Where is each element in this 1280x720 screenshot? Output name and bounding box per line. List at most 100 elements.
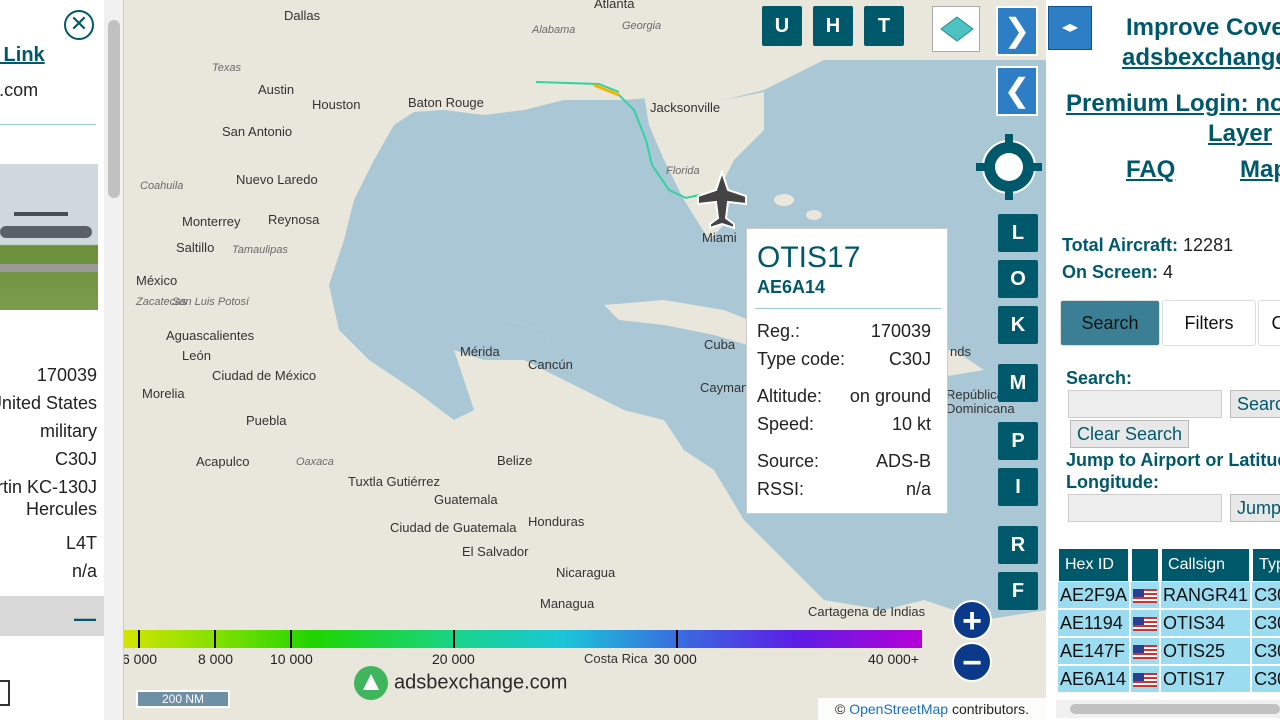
improve-coverage-text[interactable]: Improve Coverage (1126, 14, 1280, 42)
checkbox[interactable] (0, 680, 10, 706)
l-button[interactable]: L (998, 214, 1038, 252)
domain-text: adsbexchange.com (0, 80, 39, 100)
u-button[interactable]: U (762, 6, 802, 46)
jump-button[interactable]: Jump (1230, 494, 1280, 522)
city-label: Nuevo Laredo (236, 172, 318, 187)
h-button[interactable]: H (813, 6, 853, 46)
close-icon[interactable]: ✕ (64, 10, 94, 40)
colorbar-tick (453, 630, 455, 648)
country-value: United States (0, 393, 97, 413)
city-label: Honduras (528, 514, 585, 529)
city-label: Tuxtla Gutiérrez (348, 474, 440, 489)
colorbar-label: 6 000 (124, 651, 158, 667)
col-type[interactable]: Type (1252, 548, 1280, 582)
p-button[interactable]: P (998, 422, 1038, 460)
colorbar-label: 40 000+ (868, 651, 919, 667)
table-row[interactable]: AE1194OTIS34C30J (1058, 610, 1280, 638)
adsbx-link[interactable]: adsbexchange.com (1122, 44, 1280, 72)
city-label: Dallas (284, 8, 321, 23)
expand-right-button[interactable]: ❯ (996, 6, 1038, 56)
vertical-scrollbar[interactable] (104, 0, 123, 720)
chevron-left-icon: ❮ (1003, 72, 1031, 108)
layers-icon (940, 16, 974, 42)
aircraft-info-panel: ✕ Copy Link adsbexchange.com 170039 Unit… (0, 0, 124, 720)
colorbar-tick (138, 630, 140, 648)
collapse-section[interactable]: — (0, 596, 104, 636)
col-flag[interactable] (1131, 548, 1160, 582)
table-row[interactable]: AE2F9ARANGR41C30J (1058, 582, 1280, 610)
m-button[interactable]: M (998, 364, 1038, 402)
brand-logo: adsbexchange.com (354, 666, 567, 700)
layers-button[interactable] (932, 6, 980, 52)
osm-link[interactable]: OpenStreetMap (849, 701, 948, 717)
col-callsign[interactable]: Callsign (1161, 548, 1251, 582)
jump-label-line2: Longitude: (1066, 472, 1159, 492)
map-attribution: © OpenStreetMap contributors. (818, 698, 1046, 720)
city-label: Ciudad de México (212, 368, 317, 383)
city-label: Aguascalientes (166, 328, 255, 343)
colorbar-label: 10 000 (270, 651, 313, 667)
region-label: San Luis Potosí (172, 296, 250, 308)
on-screen-count: On Screen: 4 (1062, 262, 1174, 282)
i-button[interactable]: I (998, 468, 1038, 506)
table-row[interactable]: AE6A14OTIS17C30J (1058, 666, 1280, 694)
city-label: Ciudad de Guatemala (390, 520, 517, 535)
city-label: Cuba (704, 337, 736, 352)
aircraft-popup: OTIS17 AE6A14 Reg.: 170039 Type code: C30J… (746, 228, 948, 514)
colorbar-label: 8 000 (198, 651, 234, 667)
premium-login-link[interactable]: Premium Login: no (1066, 90, 1280, 118)
city-label: El Salvador (462, 544, 529, 559)
expand-arrows-icon: ◂▸ (1061, 19, 1079, 36)
map-canvas[interactable]: Dallas Atlanta Alabama Georgia Texas Aus… (124, 0, 1046, 720)
city-label: Reynosa (268, 212, 320, 227)
r-button[interactable]: R (998, 526, 1038, 564)
search-input[interactable] (1068, 390, 1222, 418)
extra-value: n/a (71, 561, 97, 581)
us-flag-icon (1133, 588, 1158, 603)
tab-search[interactable]: Search (1060, 300, 1160, 346)
chevron-right-icon: ❯ (1003, 12, 1031, 48)
city-label: San Antonio (222, 124, 293, 139)
colorbar-tick (290, 630, 292, 648)
region-label: Tamaulipas (232, 244, 288, 256)
clear-search-button[interactable]: Clear Search (1070, 420, 1190, 448)
t-button[interactable]: T (864, 6, 904, 46)
city-label: Baton Rouge (408, 95, 484, 110)
tab-filters[interactable]: Filters (1162, 300, 1256, 346)
city-label: Managua (540, 596, 595, 611)
city-label: Houston (312, 97, 361, 112)
city-label: Acapulco (196, 454, 250, 469)
popup-hex: AE6A14 (757, 277, 826, 297)
aircraft-photo[interactable] (0, 164, 98, 310)
city-label: Cancún (528, 357, 573, 372)
city-label: Puebla (246, 413, 287, 428)
city-label: Cartagena de Indias (808, 604, 926, 619)
k-button[interactable]: K (998, 306, 1038, 344)
city-label: León (182, 348, 211, 363)
jump-input[interactable] (1068, 494, 1222, 522)
settings-gear-icon[interactable] (974, 132, 1044, 202)
city-label: México (136, 273, 178, 288)
city-label: Belize (497, 453, 533, 468)
horizontal-scrollbar[interactable] (1056, 700, 1280, 718)
region-label: Texas (212, 62, 241, 74)
us-flag-icon (1133, 644, 1158, 659)
col-hex-id[interactable]: Hex ID (1058, 548, 1130, 582)
premium-login-link-line2[interactable]: Layer (1208, 120, 1272, 148)
tab-other[interactable]: C (1258, 300, 1280, 346)
zoom-in-button[interactable]: + (952, 600, 992, 640)
type-name-line2: Hercules (25, 499, 97, 519)
altitude-colorbar (124, 630, 922, 648)
copy-link[interactable]: Copy Link (0, 44, 45, 67)
us-flag-icon (1133, 672, 1158, 687)
map-link[interactable]: Map (1240, 156, 1280, 184)
o-button[interactable]: O (998, 260, 1038, 298)
wtc-value: L4T (65, 533, 97, 553)
zoom-out-button[interactable]: − (952, 642, 992, 682)
search-button[interactable]: Search (1230, 390, 1280, 418)
table-row[interactable]: AE147FOTIS25C30J (1058, 638, 1280, 666)
collapse-left-button[interactable]: ❮ (996, 66, 1038, 116)
toggle-sidebar-button[interactable]: ◂▸ (1048, 6, 1092, 50)
f-button[interactable]: F (998, 572, 1038, 610)
faq-link[interactable]: FAQ (1126, 156, 1175, 184)
